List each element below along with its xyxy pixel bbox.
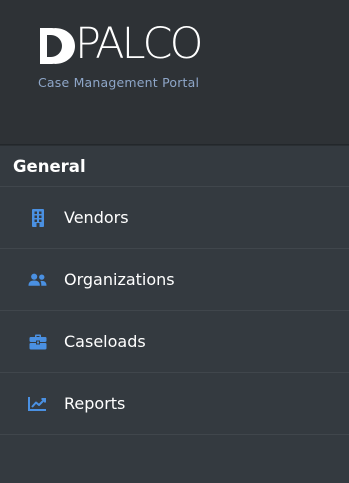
sidebar-item-reports[interactable]: Reports: [0, 373, 349, 435]
sidebar: PALCO Case Management Portal General Ven…: [0, 0, 349, 483]
sidebar-item-organizations[interactable]: Organizations: [0, 249, 349, 311]
sidebar-item-label: Reports: [64, 394, 126, 413]
brand-header: PALCO Case Management Portal: [0, 0, 349, 145]
building-icon: [28, 208, 47, 227]
sidebar-item-vendors[interactable]: Vendors: [0, 187, 349, 249]
chart-line-icon: [28, 394, 47, 413]
users-icon: [28, 270, 47, 289]
section-header-general: General: [0, 145, 349, 187]
logo-wordmark: PALCO: [75, 19, 203, 69]
logo-tagline: Case Management Portal: [38, 75, 200, 90]
palco-logo-mark-icon: [40, 28, 75, 64]
palco-logo[interactable]: PALCO Case Management Portal: [38, 19, 248, 96]
sidebar-item-label: Caseloads: [64, 332, 146, 351]
sidebar-item-label: Organizations: [64, 270, 175, 289]
briefcase-icon: [28, 332, 47, 351]
sidebar-item-label: Vendors: [64, 208, 129, 227]
sidebar-item-caseloads[interactable]: Caseloads: [0, 311, 349, 373]
